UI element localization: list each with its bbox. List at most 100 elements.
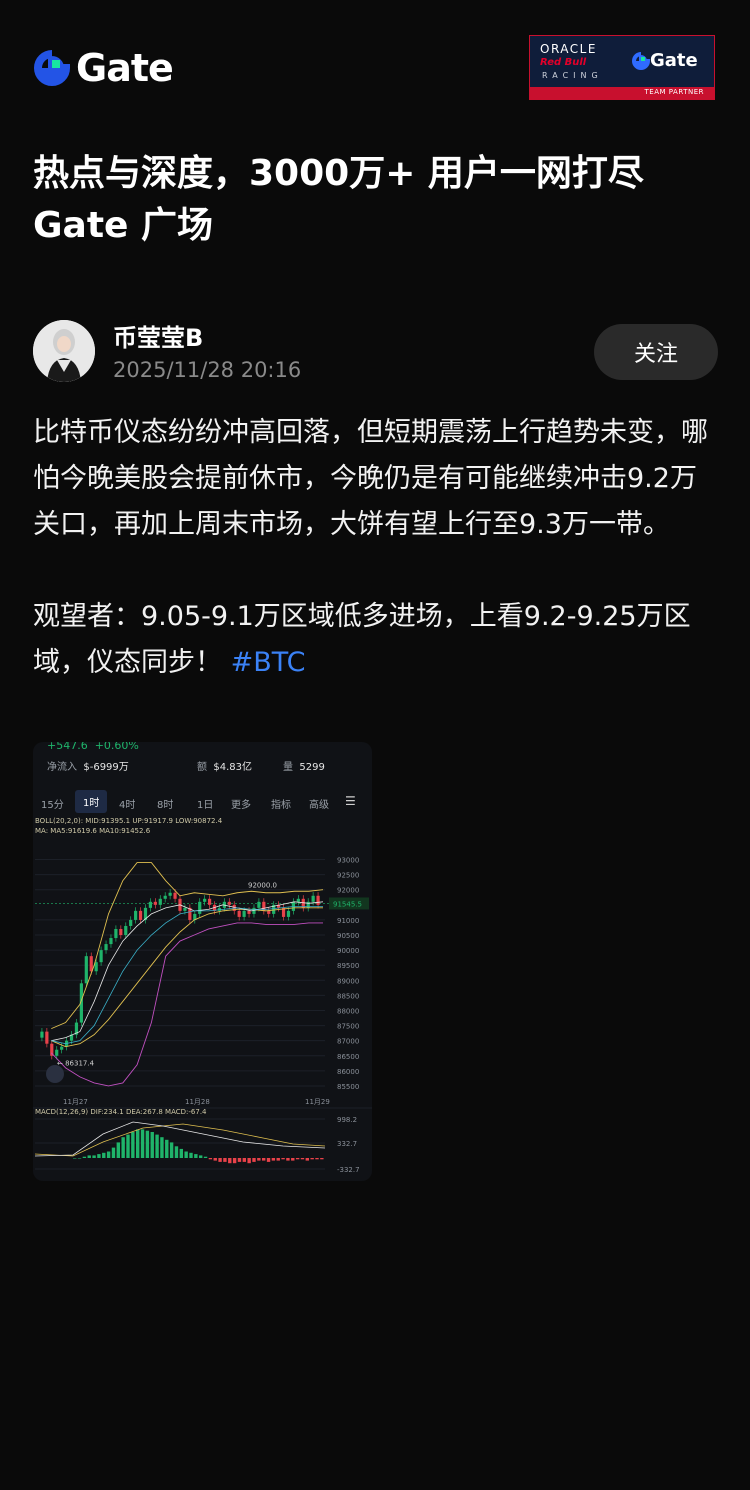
macd-bar bbox=[252, 1158, 256, 1162]
macd-tick: 332.7 bbox=[337, 1140, 357, 1148]
candle-body bbox=[55, 1049, 59, 1056]
candle-body bbox=[104, 944, 108, 951]
macd-bar bbox=[160, 1137, 164, 1158]
headline-line-2: Gate 广场 bbox=[33, 205, 214, 246]
macd-bar bbox=[140, 1129, 145, 1158]
ma10-line bbox=[51, 905, 323, 1045]
post-body: 比特币仪态纷纷冲高回落，但短期震荡上行趋势未变，哪怕今晚美股会提前休市，今晚仍是… bbox=[33, 410, 723, 686]
candle-body bbox=[99, 950, 103, 963]
low-marker: ← 86317.4 bbox=[57, 1059, 95, 1067]
avatar[interactable] bbox=[33, 320, 95, 382]
date-tick: 11月29 bbox=[305, 1098, 330, 1106]
macd-bar bbox=[189, 1152, 193, 1158]
expand-icon bbox=[46, 1065, 64, 1083]
redbull-text: Red Bull bbox=[540, 57, 587, 68]
macd-bar bbox=[320, 1158, 324, 1160]
macd-bar bbox=[165, 1139, 169, 1158]
macd-bar bbox=[194, 1154, 198, 1158]
macd-bar bbox=[121, 1137, 125, 1158]
candle-body bbox=[129, 919, 133, 926]
macd-bar bbox=[213, 1158, 217, 1161]
macd-bar bbox=[203, 1156, 208, 1158]
macd-bar bbox=[77, 1158, 82, 1159]
price-tick: 89000 bbox=[337, 977, 359, 985]
candle-body bbox=[296, 898, 300, 902]
candle-body bbox=[306, 901, 310, 908]
price-tick: 87500 bbox=[337, 1023, 359, 1031]
macd-bar bbox=[150, 1132, 154, 1158]
author-name[interactable]: 币莹莹B bbox=[113, 318, 203, 353]
macd-bar bbox=[286, 1158, 290, 1161]
macd-bar bbox=[126, 1134, 130, 1158]
macd-bar bbox=[131, 1132, 135, 1158]
candle-body bbox=[114, 928, 118, 939]
price-tick: 90000 bbox=[337, 947, 359, 955]
macd-bar bbox=[281, 1158, 285, 1160]
macd-bar bbox=[199, 1155, 203, 1158]
partner-brand: Gate bbox=[650, 50, 698, 71]
macd-bar bbox=[228, 1158, 232, 1164]
macd-bar bbox=[218, 1158, 222, 1162]
team-partner-badge: ORACLE Red Bull RACING Gate TEAM PARTNER bbox=[529, 35, 715, 100]
macd-bar bbox=[184, 1151, 188, 1158]
gate-logo[interactable]: Gate bbox=[34, 46, 194, 90]
candle-body bbox=[163, 895, 167, 899]
macd-bar bbox=[242, 1158, 247, 1162]
oracle-text: ORACLE bbox=[540, 42, 597, 56]
candle-body bbox=[207, 898, 212, 905]
candle-body bbox=[173, 892, 177, 899]
candle-body bbox=[40, 1031, 44, 1038]
date-tick: 11月27 bbox=[63, 1098, 88, 1106]
high-marker: 92000.0 bbox=[248, 882, 277, 890]
candle-body bbox=[168, 892, 172, 896]
candle-body bbox=[183, 907, 187, 911]
macd-bar bbox=[237, 1158, 242, 1162]
macd-bar bbox=[305, 1158, 310, 1161]
macd-bar bbox=[111, 1147, 116, 1158]
macd-bar bbox=[145, 1130, 150, 1158]
macd-bar bbox=[155, 1134, 159, 1158]
macd-bar bbox=[300, 1158, 305, 1160]
post-paragraph-2: 观望者：9.05-9.1万区域低多进场，上看9.2-9.25万区域，仪态同步！ … bbox=[33, 594, 723, 686]
candle-body bbox=[242, 910, 246, 917]
price-tick: 85500 bbox=[337, 1083, 359, 1091]
page-headline: 热点与深度，3000万+ 用户一网打尽 Gate 广场 bbox=[33, 148, 723, 252]
current-price-label: 91545.5 bbox=[333, 900, 362, 908]
macd-bar bbox=[82, 1156, 87, 1158]
gate-logo-icon bbox=[632, 51, 650, 70]
candle-body bbox=[203, 898, 207, 902]
macd-bar bbox=[247, 1158, 251, 1164]
avatar-image bbox=[33, 320, 95, 382]
hashtag-link[interactable]: #BTC bbox=[231, 647, 306, 678]
macd-bar bbox=[291, 1158, 295, 1161]
price-tick: 86000 bbox=[337, 1068, 359, 1076]
macd-bar bbox=[169, 1142, 174, 1158]
price-tick: 87000 bbox=[337, 1038, 359, 1046]
candle-body bbox=[84, 956, 88, 984]
macd-bar bbox=[271, 1158, 276, 1161]
boll-upper-line bbox=[51, 862, 324, 1030]
candle-body bbox=[119, 928, 123, 936]
price-tick: 92500 bbox=[337, 872, 359, 880]
candle-body bbox=[198, 901, 202, 914]
follow-button[interactable]: 关注 bbox=[594, 324, 718, 380]
partner-band-text: TEAM PARTNER bbox=[644, 88, 704, 96]
partner-gate-logo: Gate bbox=[632, 50, 698, 71]
candle-body bbox=[153, 901, 157, 905]
candle-body bbox=[138, 910, 143, 920]
macd-bar bbox=[106, 1151, 111, 1158]
price-tick: 89500 bbox=[337, 962, 359, 970]
macd-label: MACD(12,26,9) DIF:234.1 DEA:267.8 MACD:-… bbox=[35, 1108, 207, 1116]
price-tick: 91000 bbox=[337, 917, 359, 925]
candle-body bbox=[311, 895, 315, 902]
macd-bar bbox=[136, 1129, 140, 1158]
macd-bar bbox=[257, 1158, 261, 1161]
candle-body bbox=[237, 910, 241, 917]
macd-bar bbox=[276, 1158, 280, 1161]
macd-bar bbox=[116, 1142, 121, 1158]
macd-tick: -332.7 bbox=[337, 1166, 360, 1174]
chart-image[interactable]: +547.6 +0.60% 净流入 $-6999万 额 $4.83亿 量 529… bbox=[33, 742, 372, 1181]
macd-bar bbox=[223, 1158, 227, 1162]
candle-body bbox=[45, 1031, 49, 1044]
price-tick: 92000 bbox=[337, 887, 359, 895]
